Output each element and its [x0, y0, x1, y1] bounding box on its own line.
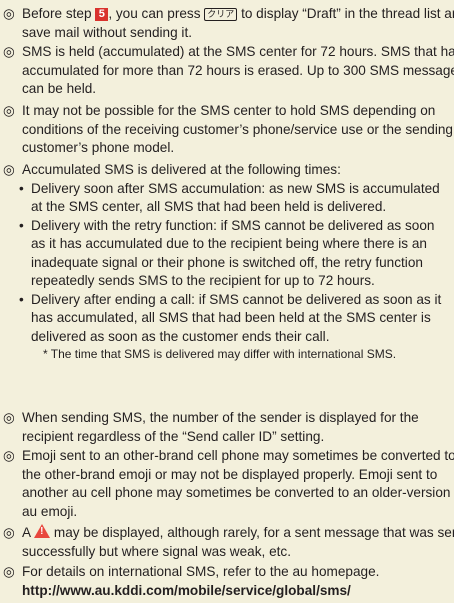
note-marker: ◎ — [3, 448, 15, 463]
note-text: Emoji sent to an other-brand cell phone … — [22, 448, 454, 519]
note-sms-held: ◎ SMS is held (accumulated) at the SMS ce… — [3, 43, 454, 99]
note-marker: ◎ — [3, 564, 15, 579]
note-marker: ◎ — [3, 6, 15, 21]
notes-page: ◎ Before step 5, you can press クリア to dis… — [0, 0, 454, 603]
list-item: • Delivery soon after SMS accumulation: a… — [3, 180, 447, 217]
note-sms-center: ◎ It may not be possible for the SMS cent… — [3, 102, 454, 158]
note-emoji: ◎ Emoji sent to an other-brand cell phone… — [3, 447, 454, 521]
note-text: A — [22, 525, 35, 540]
note-text: , you can press — [108, 6, 205, 21]
note-international: ◎ For details on international SMS, refer… — [3, 563, 454, 600]
note-text: It may not be possible for the SMS cente… — [22, 103, 453, 155]
list-item-text: Delivery soon after SMS accumulation: as… — [31, 180, 440, 215]
note-text: When sending SMS, the number of the send… — [22, 410, 419, 444]
bullet: • — [19, 217, 24, 233]
footnote: * The time that SMS is delivered may dif… — [43, 347, 397, 361]
note-marker: ◎ — [3, 103, 15, 118]
homepage-link[interactable]: http://www.au.kddi.com/mobile/service/gl… — [22, 583, 351, 598]
step-5-icon: 5 — [95, 8, 109, 21]
note-delivery-times: ◎ Accumulated SMS is delivered at the fol… — [0, 161, 447, 362]
note-text: SMS is held (accumulated) at the SMS cen… — [22, 44, 454, 96]
note-caller-id: ◎ When sending SMS, the number of the sen… — [3, 409, 454, 446]
note-marker: ◎ — [3, 162, 15, 177]
note-marker: ◎ — [3, 525, 15, 540]
note-marker: ◎ — [3, 410, 15, 425]
bullet: • — [19, 180, 24, 196]
list-item-text: Delivery after ending a call: if SMS can… — [31, 291, 442, 344]
note-marker: ◎ — [3, 44, 15, 59]
note-text: may be displayed, although rarely, for a… — [22, 525, 454, 559]
list-item-text: Delivery with the retry function: if SMS… — [31, 217, 435, 289]
warning-icon: ! — [34, 524, 51, 538]
note-draft: ◎ Before step 5, you can press クリア to dis… — [3, 5, 454, 42]
bullet: • — [19, 291, 24, 307]
clear-key-icon: クリア — [204, 8, 238, 21]
list-item: • Delivery after ending a call: if SMS ca… — [3, 291, 447, 347]
note-text: For details on international SMS, refer … — [22, 564, 380, 579]
note-text: Accumulated SMS is delivered at the foll… — [22, 162, 341, 177]
note-warning: ◎ A ! may be displayed, although rarely, … — [3, 524, 454, 561]
list-item: • Delivery with the retry function: if SM… — [3, 217, 447, 291]
note-text: Before step — [22, 6, 96, 21]
